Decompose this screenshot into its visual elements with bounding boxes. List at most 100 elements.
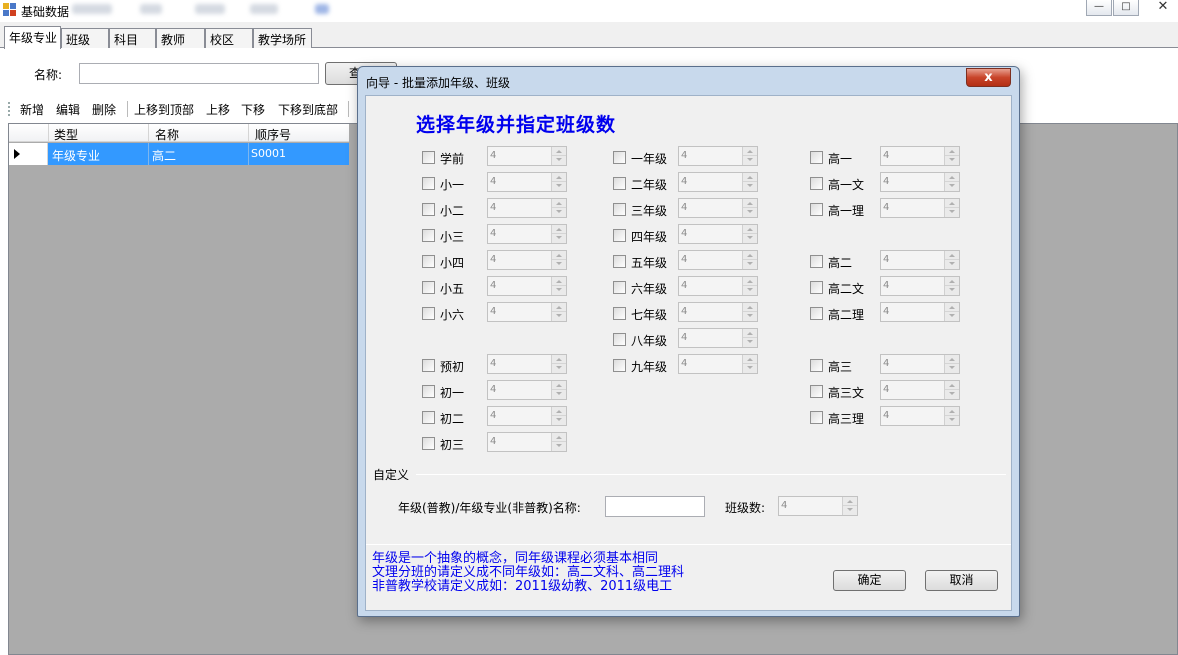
spin-down-button[interactable] [945, 390, 959, 399]
class-count-spinner[interactable]: 4 [487, 354, 567, 374]
grade-checkbox[interactable] [613, 177, 626, 190]
grade-label[interactable]: 一年级 [631, 150, 667, 167]
spin-down-button[interactable] [552, 156, 566, 165]
spin-up-button[interactable] [743, 329, 757, 338]
class-count-spinner[interactable]: 4 [678, 302, 758, 322]
class-count-spinner[interactable]: 4 [880, 146, 960, 166]
spin-down-button[interactable] [552, 364, 566, 373]
grade-label[interactable]: 八年级 [631, 332, 667, 349]
class-count-spinner[interactable]: 4 [880, 302, 960, 322]
spin-up-button[interactable] [552, 277, 566, 286]
column-header-type[interactable]: 类型 [54, 126, 78, 143]
grade-checkbox[interactable] [613, 307, 626, 320]
grade-label[interactable]: 高一理 [828, 202, 864, 219]
tab-campus[interactable]: 校区 [205, 28, 253, 48]
class-count-spinner[interactable]: 4 [880, 380, 960, 400]
spin-up-button[interactable] [743, 147, 757, 156]
spin-down-button[interactable] [743, 156, 757, 165]
spin-down-button[interactable] [743, 260, 757, 269]
class-count-spinner[interactable]: 4 [487, 172, 567, 192]
class-count-spinner[interactable]: 4 [880, 172, 960, 192]
grade-label[interactable]: 高一文 [828, 176, 864, 193]
spin-up-button[interactable] [552, 433, 566, 442]
tab-class[interactable]: 班级 [61, 28, 109, 48]
grade-label[interactable]: 九年级 [631, 358, 667, 375]
tab-subject[interactable]: 科目 [109, 28, 156, 48]
grade-checkbox[interactable] [422, 281, 435, 294]
spin-down-button[interactable] [945, 208, 959, 217]
grade-label[interactable]: 高二理 [828, 306, 864, 323]
row-header[interactable] [9, 143, 48, 165]
spin-up-button[interactable] [552, 355, 566, 364]
spin-down-button[interactable] [945, 156, 959, 165]
class-count-spinner[interactable]: 4 [487, 276, 567, 296]
class-count-spinner[interactable]: 4 [487, 302, 567, 322]
spin-up-button[interactable] [945, 407, 959, 416]
grade-checkbox[interactable] [810, 255, 823, 268]
grade-label[interactable]: 小一 [440, 176, 464, 193]
class-count-spinner[interactable]: 4 [880, 250, 960, 270]
grade-checkbox[interactable] [810, 307, 823, 320]
class-count-spinner[interactable]: 4 [487, 432, 567, 452]
class-count-spinner[interactable]: 4 [880, 354, 960, 374]
column-header-name[interactable]: 名称 [155, 126, 179, 143]
class-count-spinner[interactable]: 4 [880, 276, 960, 296]
grade-checkbox[interactable] [613, 255, 626, 268]
spin-up-button[interactable] [743, 251, 757, 260]
grade-label[interactable]: 高三 [828, 358, 852, 375]
delete-button[interactable]: 删除 [92, 101, 116, 118]
spin-down-button[interactable] [552, 260, 566, 269]
grade-label[interactable]: 学前 [440, 150, 464, 167]
grade-label[interactable]: 二年级 [631, 176, 667, 193]
grade-checkbox[interactable] [422, 307, 435, 320]
spin-down-button[interactable] [945, 416, 959, 425]
move-top-button[interactable]: 上移到顶部 [134, 101, 194, 118]
grade-label[interactable]: 小二 [440, 202, 464, 219]
cancel-button[interactable]: 取消 [925, 570, 998, 591]
spin-down-button[interactable] [552, 312, 566, 321]
move-bottom-button[interactable]: 下移到底部 [278, 101, 338, 118]
grade-label[interactable]: 七年级 [631, 306, 667, 323]
custom-name-input[interactable] [605, 496, 705, 517]
grade-checkbox[interactable] [422, 151, 435, 164]
class-count-spinner[interactable]: 4 [678, 354, 758, 374]
cell-order[interactable]: S0001 [251, 147, 286, 160]
spin-down-button[interactable] [743, 208, 757, 217]
grade-label[interactable]: 小五 [440, 280, 464, 297]
grade-label[interactable]: 高一 [828, 150, 852, 167]
maximize-button[interactable]: □ [1113, 0, 1139, 16]
grade-label[interactable]: 三年级 [631, 202, 667, 219]
grade-checkbox[interactable] [613, 281, 626, 294]
spin-down-button[interactable] [743, 234, 757, 243]
class-count-spinner[interactable]: 4 [678, 146, 758, 166]
grade-checkbox[interactable] [613, 229, 626, 242]
grade-checkbox[interactable] [613, 203, 626, 216]
close-button[interactable]: ✕ [1150, 0, 1176, 16]
tab-venue[interactable]: 教学场所 [253, 28, 312, 48]
spin-up-button[interactable] [552, 303, 566, 312]
class-count-spinner[interactable]: 4 [778, 496, 858, 516]
minimize-button[interactable]: — [1086, 0, 1112, 16]
grade-checkbox[interactable] [422, 203, 435, 216]
grade-checkbox[interactable] [422, 255, 435, 268]
class-count-spinner[interactable]: 4 [678, 198, 758, 218]
class-count-spinner[interactable]: 4 [487, 250, 567, 270]
spin-up-button[interactable] [945, 277, 959, 286]
move-down-button[interactable]: 下移 [241, 101, 265, 118]
grade-checkbox[interactable] [810, 281, 823, 294]
column-header-order[interactable]: 顺序号 [255, 126, 291, 143]
grade-label[interactable]: 小四 [440, 254, 464, 271]
grade-label[interactable]: 小三 [440, 228, 464, 245]
grade-label[interactable]: 四年级 [631, 228, 667, 245]
spin-down-button[interactable] [552, 208, 566, 217]
spin-up-button[interactable] [743, 173, 757, 182]
spin-down-button[interactable] [743, 364, 757, 373]
spin-up-button[interactable] [743, 303, 757, 312]
grade-checkbox[interactable] [810, 151, 823, 164]
cell-name[interactable]: 高二 [152, 147, 176, 164]
spin-up-button[interactable] [945, 199, 959, 208]
spin-down-button[interactable] [552, 182, 566, 191]
class-count-spinner[interactable]: 4 [880, 198, 960, 218]
spin-down-button[interactable] [743, 182, 757, 191]
class-count-spinner[interactable]: 4 [487, 198, 567, 218]
